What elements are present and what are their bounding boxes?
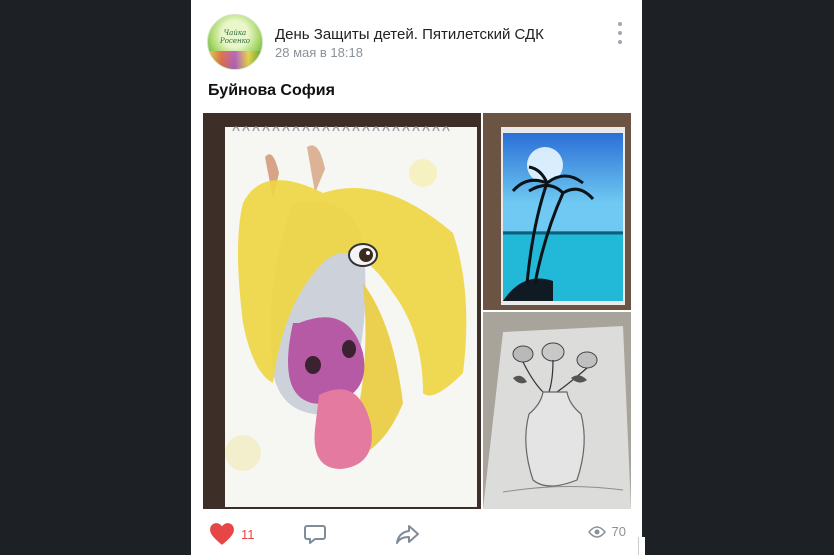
photo-roses[interactable] xyxy=(483,312,631,509)
more-vertical-icon[interactable] xyxy=(616,22,624,44)
share-arrow-icon xyxy=(396,525,419,544)
post-text: Буйнова София xyxy=(208,82,335,99)
heart-icon xyxy=(210,523,234,545)
views-counter: 70 xyxy=(587,524,626,539)
like-button[interactable]: 11 xyxy=(209,522,255,546)
share-button[interactable] xyxy=(395,522,421,546)
comment-icon xyxy=(304,525,326,544)
avatar-text: Чайка Росенко xyxy=(220,29,250,45)
post-date[interactable]: 28 мая в 18:18 xyxy=(275,45,363,60)
post-header: Чайка Росенко День Защиты детей. Пятилет… xyxy=(207,14,630,70)
post-card: Чайка Росенко День Защиты детей. Пятилет… xyxy=(191,0,642,555)
photo-horse[interactable] xyxy=(203,113,481,509)
group-avatar[interactable]: Чайка Росенко xyxy=(207,14,263,70)
eye-icon xyxy=(587,525,606,538)
avatar-flowers xyxy=(208,51,262,69)
scrollbar[interactable] xyxy=(638,537,645,555)
comment-button[interactable] xyxy=(303,522,327,546)
like-count: 11 xyxy=(241,526,255,542)
photo-palms[interactable] xyxy=(483,113,631,310)
action-bar: 11 70 xyxy=(191,516,642,555)
views-count: 70 xyxy=(611,524,626,539)
group-title[interactable]: День Защиты детей. Пятилетский СДК xyxy=(275,26,544,43)
